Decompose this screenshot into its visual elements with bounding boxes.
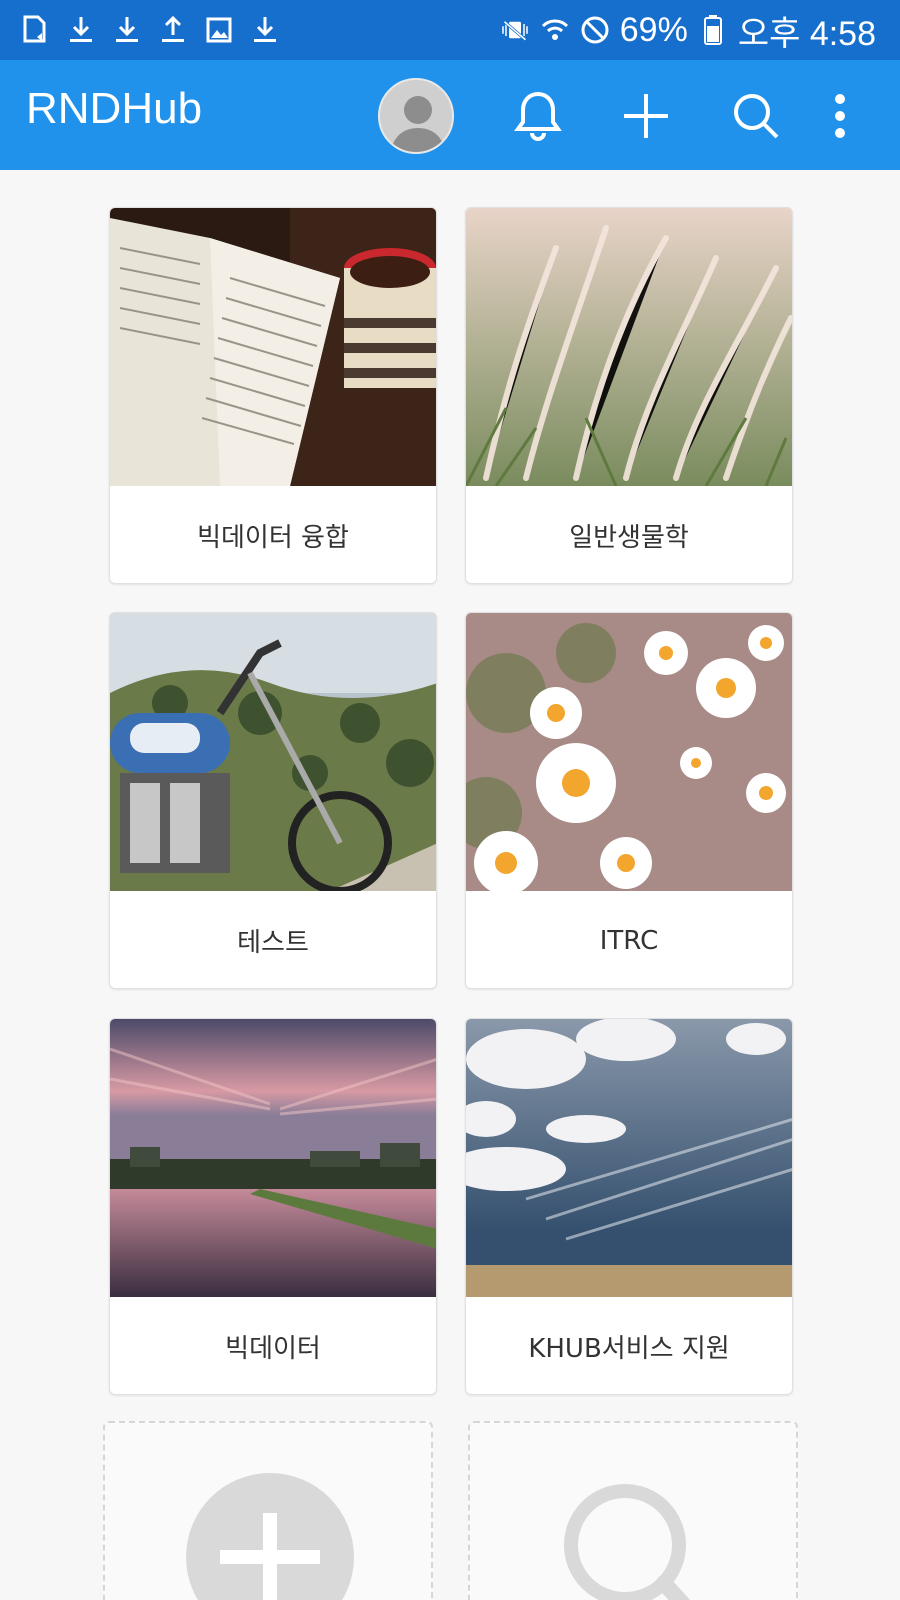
river-sunset-photo	[110, 1019, 436, 1297]
app-title: RNDHub	[26, 84, 203, 133]
upload-icon	[158, 15, 188, 45]
add-hub-tile[interactable]	[103, 1421, 433, 1600]
download-icon	[112, 15, 142, 45]
hub-card-label: 빅데이터	[225, 1334, 321, 1364]
hub-card-label: 테스트	[237, 928, 309, 958]
battery-percent: 69%	[619, 10, 688, 49]
download-icon	[250, 15, 280, 45]
add-hub-icon	[186, 1473, 354, 1600]
hub-card[interactable]: 테스트	[109, 612, 437, 989]
hub-card-label: KHUB서비스 지원	[528, 1334, 730, 1364]
book-and-cup-photo	[110, 208, 436, 486]
hub-card[interactable]: 일반생물학	[465, 207, 793, 584]
system-icons: 69% 오후 4:58	[500, 0, 876, 60]
daisies-photo	[466, 613, 792, 895]
plus-icon[interactable]	[616, 86, 676, 146]
cloudy-sky-photo	[466, 1019, 792, 1297]
avatar[interactable]	[378, 78, 454, 154]
hub-card[interactable]: KHUB서비스 지원	[465, 1018, 793, 1395]
image-icon	[204, 15, 234, 45]
hub-card-label: ITRC	[599, 925, 659, 956]
notification-icons	[20, 0, 280, 60]
pampas-grass-photo	[466, 208, 792, 487]
battery-icon	[698, 15, 728, 45]
search-hub-tile[interactable]	[468, 1421, 798, 1600]
search-icon[interactable]	[726, 86, 786, 146]
status-bar: 69% 오후 4:58	[0, 0, 900, 60]
hub-card[interactable]: ITRC	[465, 612, 793, 989]
bell-icon[interactable]	[508, 86, 568, 146]
do-not-disturb-icon	[580, 15, 610, 45]
clock: 오후 4:58	[737, 14, 876, 53]
hub-card-label: 일반생물학	[569, 523, 689, 553]
hub-card-label: 빅데이터 융합	[197, 523, 349, 553]
more-vertical-icon[interactable]	[820, 86, 860, 146]
app-bar: RNDHub	[0, 60, 900, 170]
vibrate-mute-icon	[500, 15, 530, 45]
download-icon	[66, 15, 96, 45]
search-hub-icon	[564, 1484, 691, 1600]
hub-card[interactable]: 빅데이터	[109, 1018, 437, 1395]
wifi-icon	[540, 15, 570, 45]
sim-card-icon	[20, 15, 50, 45]
motorcycle-photo	[110, 613, 436, 895]
hub-card[interactable]: 빅데이터 융합	[109, 207, 437, 584]
